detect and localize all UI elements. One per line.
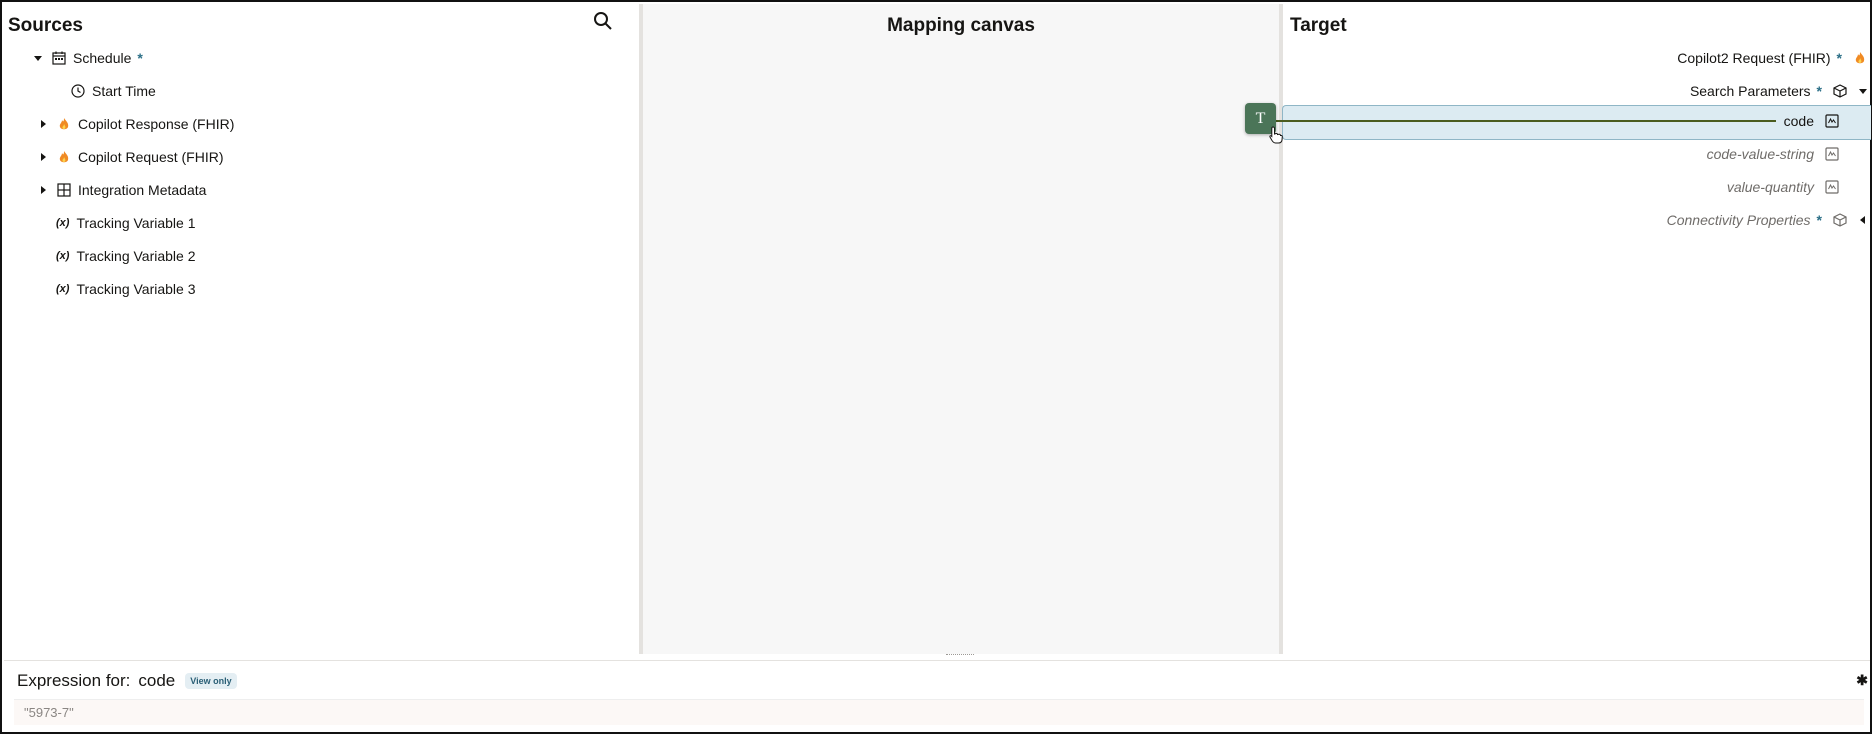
grid-icon — [56, 182, 72, 198]
fire-icon — [1852, 50, 1868, 66]
calendar-icon — [51, 50, 67, 66]
source-item-tracking-variable-3[interactable]: (x) Tracking Variable 3 — [56, 274, 196, 304]
source-item-integration-metadata[interactable]: Integration Metadata — [36, 175, 206, 205]
target-panel: Target Copilot2 Request (FHIR) * Search … — [1283, 4, 1870, 654]
caret-right-icon[interactable] — [36, 117, 50, 131]
source-item-copilot-response[interactable]: Copilot Response (FHIR) — [36, 109, 234, 139]
target-label: code-value-string — [1706, 146, 1814, 162]
source-label: Schedule — [73, 50, 132, 66]
source-label: Integration Metadata — [78, 182, 207, 198]
source-label: Copilot Response (FHIR) — [78, 116, 235, 132]
target-label: code — [1783, 113, 1814, 129]
source-label: Copilot Request (FHIR) — [78, 149, 224, 165]
search-icon[interactable] — [593, 11, 617, 35]
target-item-connectivity-properties[interactable]: Connectivity Properties * — [1667, 205, 1870, 235]
target-item-value-quantity[interactable]: value-quantity — [1727, 172, 1840, 202]
mapping-canvas[interactable]: Mapping canvas — [643, 4, 1279, 654]
expression-field-name: code — [138, 671, 176, 690]
source-label: Tracking Variable 1 — [76, 215, 196, 231]
caret-left-icon[interactable] — [1856, 213, 1870, 227]
variable-icon: (x) — [56, 217, 70, 229]
target-item-search-parameters[interactable]: Search Parameters * — [1690, 76, 1870, 106]
expression-panel: Expression for: code View only ✱ "5973-7… — [4, 660, 1870, 729]
expression-value[interactable]: "5973-7" — [14, 699, 1864, 725]
target-label: Connectivity Properties — [1666, 212, 1811, 228]
sources-title: Sources — [8, 15, 83, 36]
required-marker: * — [1816, 212, 1822, 228]
selected-target-row[interactable] — [1282, 105, 1871, 140]
target-label: Search Parameters — [1689, 83, 1811, 99]
required-marker: * — [1816, 83, 1822, 99]
variable-icon: (x) — [56, 283, 70, 295]
caret-right-icon[interactable] — [36, 183, 50, 197]
source-item-schedule[interactable]: Schedule * — [31, 43, 143, 73]
source-item-tracking-variable-2[interactable]: (x) Tracking Variable 2 — [56, 241, 196, 271]
source-label: Tracking Variable 2 — [76, 248, 196, 264]
variable-icon: (x) — [56, 250, 70, 262]
view-only-badge: View only — [185, 673, 237, 689]
hand-cursor-icon — [1269, 126, 1283, 149]
close-icon[interactable]: ✱ — [1856, 672, 1868, 689]
cube-icon — [1832, 212, 1848, 228]
target-item-code-value-string[interactable]: code-value-string — [1707, 139, 1840, 169]
source-item-copilot-request[interactable]: Copilot Request (FHIR) — [36, 142, 224, 172]
element-icon — [1824, 146, 1840, 162]
source-label: Tracking Variable 3 — [76, 281, 196, 297]
target-title: Target — [1290, 15, 1347, 36]
fire-icon — [56, 149, 72, 165]
target-item-code[interactable]: code — [1784, 106, 1840, 136]
clock-icon — [70, 83, 86, 99]
source-label: Start Time — [92, 83, 156, 99]
target-label: Copilot2 Request (FHIR) — [1677, 50, 1831, 66]
expression-header: Expression for: code View only — [17, 671, 237, 691]
caret-down-icon[interactable] — [1856, 84, 1870, 98]
required-marker: * — [1836, 50, 1842, 66]
expression-label: Expression for: — [17, 671, 131, 690]
source-item-start-time[interactable]: Start Time — [70, 76, 156, 106]
cube-icon — [1832, 83, 1848, 99]
required-marker: * — [137, 50, 143, 66]
fire-icon — [56, 116, 72, 132]
element-icon — [1824, 179, 1840, 195]
caret-right-icon[interactable] — [36, 150, 50, 164]
caret-down-icon[interactable] — [31, 51, 45, 65]
sources-panel: Sources Schedule * Start Time Copilot Re… — [4, 4, 639, 654]
canvas-title: Mapping canvas — [887, 15, 1035, 36]
target-item-copilot2-request[interactable]: Copilot2 Request (FHIR) * — [1677, 43, 1870, 73]
mapping-line[interactable] — [1268, 120, 1776, 122]
source-item-tracking-variable-1[interactable]: (x) Tracking Variable 1 — [56, 208, 196, 238]
element-icon — [1824, 113, 1840, 129]
target-label: value-quantity — [1726, 179, 1814, 195]
